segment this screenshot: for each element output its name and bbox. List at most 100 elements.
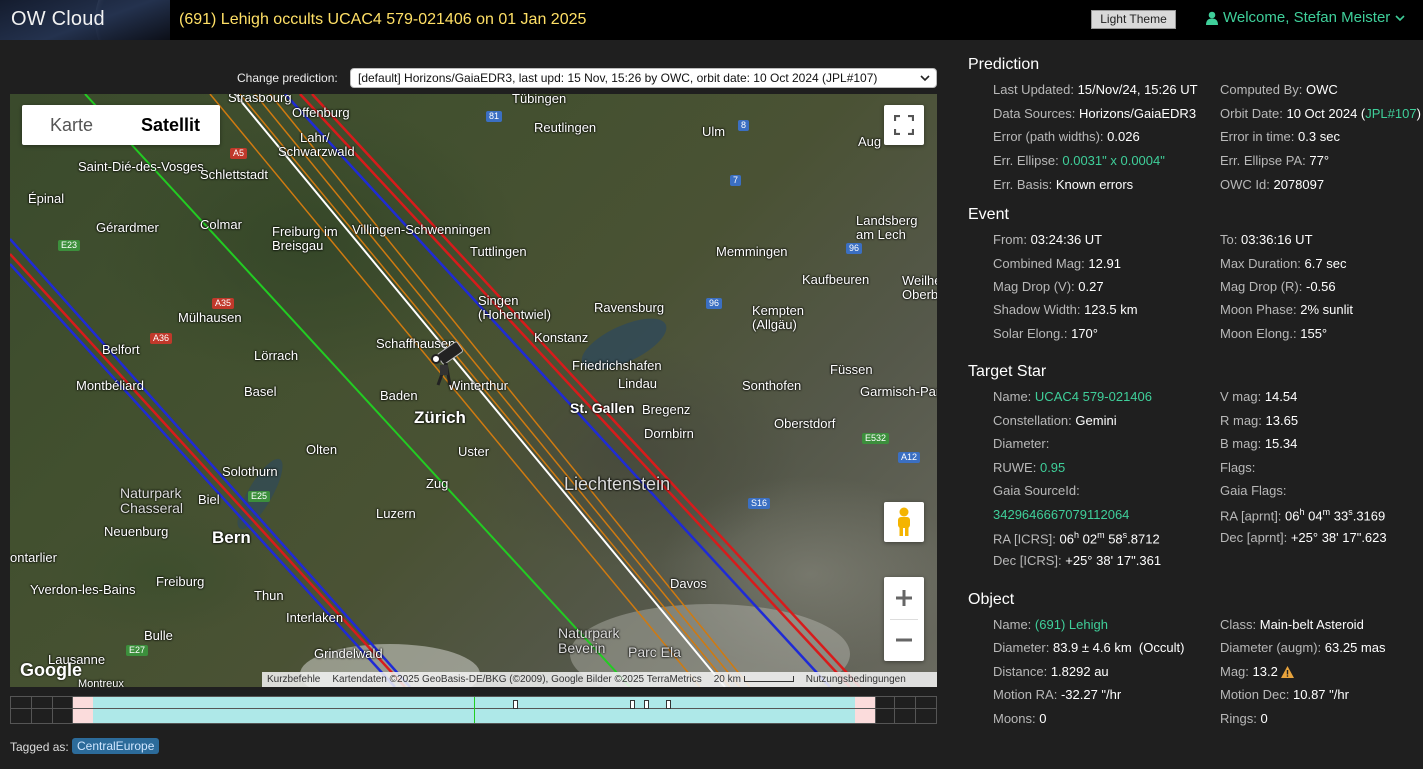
road-shield: S16 (748, 498, 771, 509)
keyboard-shortcuts-link[interactable]: Kurzbefehle (267, 672, 320, 687)
city-label: Bregenz (642, 402, 691, 417)
mag-row: Mag: 13.2 (1220, 664, 1294, 679)
err-ellipse-pa-row: Err. Ellipse PA: 77° (1220, 153, 1330, 168)
city-label: Dornbirn (644, 426, 694, 441)
timeline-observer-marker[interactable] (666, 700, 671, 709)
err-ellipse-link[interactable]: 0.0031" x 0.0004" (1062, 153, 1164, 168)
section-title-object: Object (968, 591, 1015, 608)
map-view[interactable]: Strasbourg Tübingen Offenburg Reutlingen… (10, 94, 937, 687)
section-title-target-star: Target Star (968, 363, 1047, 380)
tag-badge[interactable]: CentralEurope (72, 738, 160, 754)
object-name-link[interactable]: (691) Lehigh (1035, 617, 1108, 632)
city-label: Lahr/ (300, 130, 330, 145)
gaia-source-id-label-row: Gaia SourceId: (993, 483, 1080, 498)
welcome-text: Welcome, Stefan Meister (1223, 9, 1391, 26)
city-label: Bern (212, 528, 251, 547)
timeline-observer-marker[interactable] (644, 700, 649, 709)
city-label: Tuttlingen (470, 244, 527, 259)
timeline-observer-marker[interactable] (630, 700, 635, 709)
chevron-down-icon (1395, 14, 1405, 21)
section-title-event: Event (968, 206, 1009, 223)
star-diameter-row: Diameter: (993, 436, 1050, 451)
orbit-date-row: Orbit Date: 10 Oct 2024 (JPL#107) (1220, 106, 1421, 121)
warning-icon[interactable] (1280, 666, 1294, 678)
moon-elong-row: Moon Elong.: 155° (1220, 326, 1328, 341)
city-label: Memmingen (716, 244, 788, 259)
city-label: Landsberg am Lech (856, 213, 918, 242)
city-label: Biel (198, 492, 220, 507)
class-row: Class: Main-belt Asteroid (1220, 617, 1364, 632)
city-label: Grindelwald (314, 646, 383, 661)
city-label: Garmisch-Par (860, 384, 937, 399)
gaia-source-id-row: 3429646667079112064 (993, 507, 1129, 522)
scale-bar[interactable]: 20 km (714, 672, 794, 687)
city-label: Ravensburg (594, 300, 665, 315)
error-time-row: Error in time: 0.3 sec (1220, 129, 1340, 144)
street-view-button[interactable] (884, 502, 924, 542)
city-label: Mülhausen (178, 310, 242, 325)
road-shield: 7 (730, 175, 742, 186)
timeline-strip[interactable] (10, 696, 937, 724)
prediction-select[interactable]: [default] Horizons/GaiaEDR3, last upd: 1… (350, 68, 937, 88)
city-label: Kempten (Allgäu) (752, 303, 805, 332)
data-sources-row: Data Sources: Horizons/GaiaEDR3 (993, 106, 1197, 121)
combined-mag-row: Combined Mag: 12.91 (993, 256, 1121, 271)
light-theme-button[interactable]: Light Theme (1091, 10, 1176, 29)
shadow-width-row: Shadow Width: 123.5 km (993, 302, 1138, 317)
telescope-marker-icon[interactable] (428, 339, 468, 389)
timeline-margin-right (855, 697, 875, 723)
scale-text: 20 km (713, 674, 741, 685)
city-label: St. Gallen (570, 400, 635, 416)
tagged-label: Tagged as: (10, 740, 69, 754)
err-ellipse-row: Err. Ellipse: 0.0031" x 0.0004" (993, 153, 1165, 168)
terms-link[interactable]: Nutzungsbedingungen (806, 672, 906, 687)
event-title: (691) Lehigh occults UCAC4 579-021406 on… (179, 11, 587, 28)
road-shield: 96 (846, 243, 863, 254)
fullscreen-button[interactable] (884, 105, 924, 145)
gaia-flags-row: Gaia Flags: (1220, 483, 1287, 498)
user-menu[interactable]: Welcome, Stefan Meister (1206, 9, 1405, 26)
city-label: Gérardmer (96, 220, 159, 235)
city-label: Freiburg im Breisgau (272, 224, 338, 253)
city-label: Ulm (702, 124, 726, 139)
logo-text: OW Cloud (11, 8, 105, 30)
dec-icrs-row: Dec [ICRS]: +25° 38' 17".361 (993, 553, 1162, 568)
city-label: Basel (244, 384, 277, 399)
city-label: Baden (380, 388, 418, 403)
city-label: Montreux (78, 678, 124, 687)
gaia-source-id-link[interactable]: 3429646667079112064 (993, 507, 1129, 522)
city-label: Lörrach (254, 348, 299, 363)
ra-aprnt-row: RA [aprnt]: 06h 04m 33s.3169 (1220, 507, 1386, 524)
change-prediction-label: Change prediction: (237, 71, 338, 85)
logo[interactable]: OW Cloud (0, 0, 170, 40)
city-label: Aug (858, 134, 882, 149)
timeline-center-marker (474, 697, 475, 723)
city-label: Reutlingen (534, 120, 597, 135)
object-diameter-row: Diameter: 83.9 ± 4.6 km (Occult) (993, 640, 1185, 655)
tab-satellit[interactable]: Satellit (121, 105, 220, 145)
tab-karte[interactable]: Karte (22, 105, 121, 145)
mag-drop-v-row: Mag Drop (V): 0.27 (993, 279, 1104, 294)
city-label: Neuenburg (104, 524, 169, 539)
moon-phase-row: Moon Phase: 2% sunlit (1220, 302, 1353, 317)
star-name-link[interactable]: UCAC4 579-021406 (1035, 389, 1152, 404)
user-icon (1206, 11, 1218, 25)
jpl-link[interactable]: JPL#107 (1365, 106, 1416, 121)
constellation-row: Constellation: Gemini (993, 413, 1117, 428)
city-label: Saint-Dié-des-Vosges (78, 159, 204, 174)
city-label: Montbéliard (76, 378, 144, 393)
zoom-divider (890, 619, 918, 620)
prediction-selected-value: [default] Horizons/GaiaEDR3, last upd: 1… (358, 71, 878, 85)
zoom-control (884, 577, 924, 661)
v-mag-row: V mag: 14.54 (1220, 389, 1298, 404)
b-mag-row: B mag: 15.34 (1220, 436, 1298, 451)
ruwe-row: RUWE: 0.95 (993, 460, 1066, 475)
zoom-in-button[interactable] (884, 577, 924, 619)
timeline-observer-marker[interactable] (513, 700, 518, 709)
computed-by-row: Computed By: OWC (1220, 82, 1338, 97)
zoom-out-button[interactable] (884, 619, 924, 661)
road-shield: A36 (150, 333, 173, 344)
max-duration-row: Max Duration: 6.7 sec (1220, 256, 1347, 271)
map-attribution: Kurzbefehle Kartendaten ©2025 GeoBasis-D… (262, 672, 937, 687)
diameter-augm-row: Diameter (augm): 63.25 mas (1220, 640, 1386, 655)
